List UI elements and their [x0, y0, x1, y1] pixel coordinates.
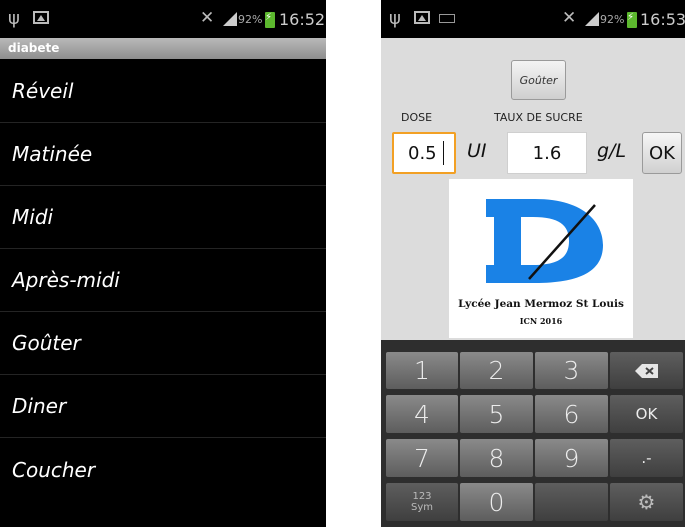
menu-item-apres-midi[interactable]: Après-midi	[0, 249, 326, 312]
key-2[interactable]: 2	[460, 352, 533, 389]
battery-percent: 92%	[238, 13, 263, 26]
menu-item-diner[interactable]: Diner	[0, 375, 326, 438]
logo-graphic	[486, 199, 603, 283]
menu-item-coucher[interactable]: Coucher	[0, 438, 326, 501]
keyboard-icon	[439, 14, 455, 23]
key-4[interactable]: 4	[386, 395, 458, 433]
settings-key[interactable]: ⚙	[610, 483, 683, 521]
key-3[interactable]: 3	[535, 352, 608, 389]
key-6[interactable]: 6	[535, 395, 608, 433]
school-logo: Lycée Jean Mermoz St Louis ICN 2016	[449, 179, 633, 338]
key-8[interactable]: 8	[460, 439, 533, 477]
clock: 16:53	[640, 10, 685, 29]
image-icon	[414, 11, 430, 24]
meal-menu: Réveil Matinée Midi Après-midi Goûter Di…	[0, 60, 326, 501]
numeric-keyboard: 1 2 3 4 5 6 OK 7 8 9 .- 123 Sym 0 ⚙	[381, 340, 685, 527]
dose-screen: ψ ✕ 92% 16:53 Goûter DOSE TAUX DE SUCRE …	[381, 0, 685, 527]
key-5[interactable]: 5	[460, 395, 533, 433]
app-title-bar: diabete	[0, 38, 326, 59]
key-9[interactable]: 9	[535, 439, 608, 477]
space-key[interactable]	[535, 483, 608, 521]
dose-input[interactable]: 0.5	[392, 132, 456, 174]
logo-school-name: Lycée Jean Mermoz St Louis	[458, 298, 624, 310]
status-bar: ψ ✕ 92% 16:52	[0, 0, 326, 38]
logo-letter-d	[486, 199, 603, 283]
signal-icon	[223, 12, 237, 26]
battery-icon	[627, 12, 637, 28]
key-7[interactable]: 7	[386, 439, 458, 477]
dose-unit: UI	[467, 140, 487, 162]
meal-button[interactable]: Goûter	[511, 60, 566, 100]
menu-item-gouter[interactable]: Goûter	[0, 312, 326, 375]
menu-screen: ψ ✕ 92% 16:52 diabete Réveil Matinée Mid…	[0, 0, 326, 527]
menu-item-matinee[interactable]: Matinée	[0, 123, 326, 186]
sugar-input[interactable]: 1.6	[507, 132, 587, 174]
sugar-unit: g/L	[597, 140, 627, 162]
sym-key-bottom: Sym	[410, 502, 433, 513]
usb-icon: ψ	[8, 8, 20, 29]
sugar-label: TAUX DE SUCRE	[494, 111, 583, 124]
menu-item-reveil[interactable]: Réveil	[0, 60, 326, 123]
mute-icon: ✕	[200, 8, 215, 28]
menu-item-midi[interactable]: Midi	[0, 186, 326, 249]
dose-label: DOSE	[401, 111, 433, 124]
dot-dash-key[interactable]: .-	[610, 439, 683, 477]
app-title: diabete	[8, 41, 60, 55]
ok-key[interactable]: OK	[610, 395, 683, 433]
text-caret	[442, 141, 444, 165]
image-icon	[33, 11, 49, 24]
logo-year: ICN 2016	[519, 316, 563, 326]
key-1[interactable]: 1	[386, 352, 458, 389]
settings-icon: ⚙	[637, 490, 656, 514]
status-bar: ψ ✕ 92% 16:53	[381, 0, 685, 38]
signal-icon	[585, 12, 599, 26]
sugar-value: 1.6	[532, 142, 562, 164]
sym-key[interactable]: 123 Sym	[386, 483, 458, 521]
clock: 16:52	[279, 10, 326, 29]
usb-icon: ψ	[389, 8, 401, 29]
sym-key-top: 123	[412, 491, 432, 502]
mute-icon: ✕	[562, 8, 577, 28]
dose-value: 0.5	[408, 142, 437, 164]
battery-icon	[265, 12, 275, 28]
battery-percent: 92%	[600, 13, 625, 26]
key-0[interactable]: 0	[460, 483, 533, 521]
backspace-icon	[634, 363, 658, 378]
backspace-key[interactable]	[610, 352, 683, 389]
ok-button[interactable]: OK	[642, 132, 682, 174]
